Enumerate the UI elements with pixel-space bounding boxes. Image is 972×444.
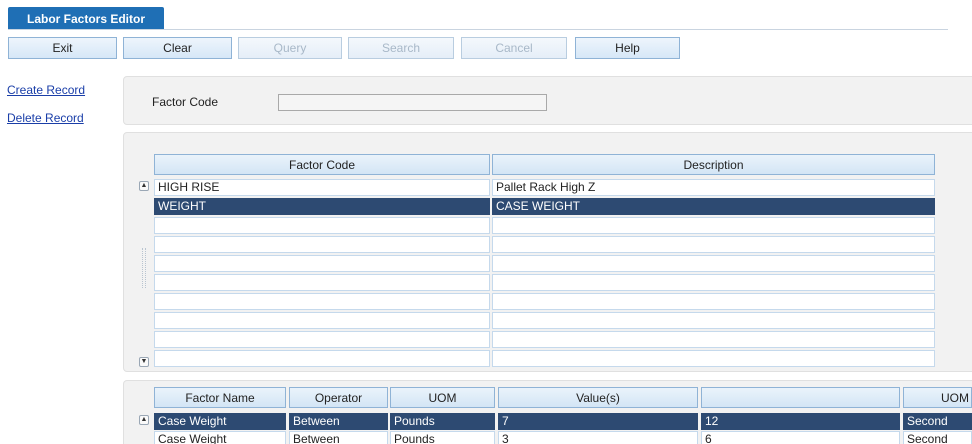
factor-name-cell-selected[interactable]: Case Weight (154, 413, 286, 430)
column-header-blank[interactable] (701, 387, 900, 408)
empty-cell[interactable] (492, 293, 935, 310)
operator-cell[interactable]: Between (289, 431, 388, 444)
value1-cell-selected[interactable]: 7 (498, 413, 698, 430)
empty-cell[interactable] (492, 236, 935, 253)
column-header-factor-name[interactable]: Factor Name (154, 387, 286, 408)
factor-code-cell[interactable]: HIGH RISE (154, 179, 490, 196)
factor-code-label: Factor Code (152, 95, 219, 109)
exit-button[interactable]: Exit (8, 37, 117, 59)
delete-record-link[interactable]: Delete Record (7, 111, 84, 125)
scrollbar-grip[interactable] (142, 248, 146, 288)
empty-cell[interactable] (154, 236, 490, 253)
title-divider (8, 29, 948, 30)
empty-cell[interactable] (154, 255, 490, 272)
column-header-uom[interactable]: UOM (390, 387, 495, 408)
factor-name-cell[interactable]: Case Weight (154, 431, 286, 444)
create-record-link[interactable]: Create Record (7, 83, 85, 97)
column-header-values[interactable]: Value(s) (498, 387, 698, 408)
empty-cell[interactable] (154, 312, 490, 329)
empty-cell[interactable] (492, 350, 935, 367)
column-header-description[interactable]: Description (492, 154, 935, 175)
triangle-down-icon[interactable]: ▼ (139, 357, 149, 367)
value2-cell-selected[interactable]: 12 (701, 413, 900, 430)
factor-code-input[interactable] (278, 94, 547, 111)
empty-cell[interactable] (492, 255, 935, 272)
empty-cell[interactable] (492, 312, 935, 329)
empty-cell[interactable] (154, 350, 490, 367)
empty-cell[interactable] (154, 274, 490, 291)
empty-cell[interactable] (154, 293, 490, 310)
triangle-up-icon[interactable]: ▲ (139, 415, 149, 425)
window-title: Labor Factors Editor (8, 7, 164, 30)
uom-cell-selected[interactable]: Pounds (390, 413, 495, 430)
operator-cell-selected[interactable]: Between (289, 413, 388, 430)
empty-cell[interactable] (154, 331, 490, 348)
column-header-factor-code[interactable]: Factor Code (154, 154, 490, 175)
column-header-uom-2[interactable]: UOM (903, 387, 972, 408)
description-cell[interactable]: Pallet Rack High Z (492, 179, 935, 196)
cancel-button[interactable]: Cancel (461, 37, 567, 59)
uom2-cell[interactable]: Second (903, 431, 972, 444)
value1-cell[interactable]: 3 (498, 431, 698, 444)
empty-cell[interactable] (492, 217, 935, 234)
clear-button[interactable]: Clear (123, 37, 232, 59)
factor-code-cell-selected[interactable]: WEIGHT (154, 198, 490, 215)
help-button[interactable]: Help (575, 37, 680, 59)
empty-cell[interactable] (492, 274, 935, 291)
triangle-up-icon[interactable]: ▲ (139, 181, 149, 191)
empty-cell[interactable] (492, 331, 935, 348)
column-header-operator[interactable]: Operator (289, 387, 388, 408)
uom2-cell-selected[interactable]: Second (903, 413, 972, 430)
value2-cell[interactable]: 6 (701, 431, 900, 444)
filter-panel (123, 76, 972, 125)
description-cell-selected[interactable]: CASE WEIGHT (492, 198, 935, 215)
empty-cell[interactable] (154, 217, 490, 234)
query-button[interactable]: Query (238, 37, 342, 59)
uom-cell[interactable]: Pounds (390, 431, 495, 444)
search-button[interactable]: Search (348, 37, 454, 59)
